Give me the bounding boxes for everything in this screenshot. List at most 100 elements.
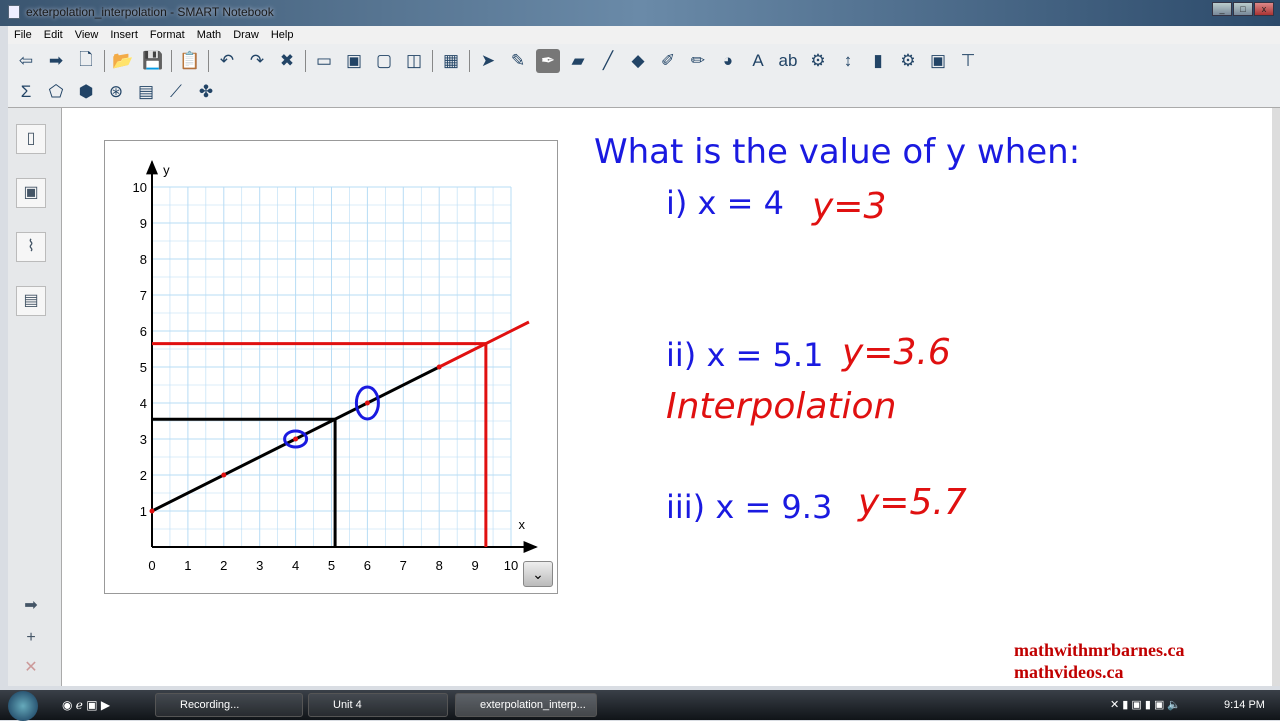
- delete-page-icon[interactable]: ✕: [16, 654, 46, 684]
- close-button[interactable]: x: [1254, 2, 1274, 16]
- highlighter-icon[interactable]: ✏: [686, 49, 710, 73]
- attachments-tab[interactable]: ⌇: [16, 232, 46, 262]
- tray-icons[interactable]: ✕ ▮ ▣ ▮ ▣ 🔈: [1110, 698, 1181, 711]
- data-point: [436, 364, 442, 370]
- properties-icon[interactable]: ⚙: [806, 49, 830, 73]
- compass-icon[interactable]: ⊛: [104, 80, 128, 104]
- start-button[interactable]: [8, 691, 38, 721]
- x-axis-arrow: [523, 541, 538, 553]
- menu-edit[interactable]: Edit: [38, 26, 69, 41]
- back-icon[interactable]: ⇦: [14, 49, 38, 73]
- app-icon: [8, 5, 20, 19]
- fill-icon[interactable]: ◕: [716, 49, 740, 73]
- shapes-icon[interactable]: ◆: [626, 49, 650, 73]
- polygon-icon[interactable]: ⬠: [44, 80, 68, 104]
- answer-1: y=3: [812, 186, 887, 227]
- y-tick-label: 6: [140, 324, 147, 339]
- transparent-icon[interactable]: ▢: [372, 49, 396, 73]
- graph-icon[interactable]: ⟋: [164, 80, 188, 104]
- window-title: exterpolation_interpolation - SMART Note…: [26, 5, 274, 19]
- y-tick-label: 1: [140, 504, 147, 519]
- pin-icon[interactable]: ⊤: [956, 49, 980, 73]
- minimize-button[interactable]: _: [1212, 2, 1232, 16]
- data-point: [149, 508, 155, 514]
- move-toolbar-icon[interactable]: ↕: [836, 49, 860, 73]
- menu-help[interactable]: Help: [265, 26, 300, 41]
- menu-format[interactable]: Format: [144, 26, 191, 41]
- ab-icon[interactable]: ab: [776, 49, 800, 73]
- y-tick-label: 4: [140, 396, 147, 411]
- menu-insert[interactable]: Insert: [104, 26, 144, 41]
- expand-menu-button[interactable]: ⌄: [523, 561, 553, 587]
- page-sorter-tab[interactable]: ▯: [16, 124, 46, 154]
- vertical-scrollbar[interactable]: [1272, 108, 1280, 686]
- paste-icon[interactable]: 📋: [178, 49, 202, 73]
- task-recording[interactable]: Recording...: [155, 693, 303, 717]
- properties-tab[interactable]: ▤: [16, 286, 46, 316]
- save-icon[interactable]: 💾: [141, 49, 165, 73]
- extrapolation-guide: [152, 342, 488, 547]
- website-2: mathvideos.ca: [1014, 662, 1124, 682]
- x-tick-label: 2: [220, 558, 227, 573]
- x-tick-label: 10: [504, 558, 518, 573]
- puzzle-icon[interactable]: ✤: [194, 80, 218, 104]
- select-icon[interactable]: ➤: [476, 49, 500, 73]
- bucket-icon[interactable]: ▮: [866, 49, 890, 73]
- line-icon[interactable]: ╱: [596, 49, 620, 73]
- x-tick-label: 4: [292, 558, 299, 573]
- next-arrow-icon[interactable]: ➡: [16, 592, 46, 622]
- toolbar-separator: [305, 50, 306, 72]
- y-axis-arrow: [146, 160, 158, 175]
- gallery-tab[interactable]: ▣: [16, 178, 46, 208]
- question-2: ii) x = 5.1: [666, 336, 824, 374]
- x-axis-label: x: [519, 517, 526, 532]
- table-sum-icon[interactable]: ▤: [134, 80, 158, 104]
- x-tick-label: 7: [400, 558, 407, 573]
- menu-bar: File Edit View Insert Format Math Draw Help: [8, 26, 1280, 44]
- question-1: i) x = 4: [666, 184, 784, 222]
- data-point: [221, 472, 227, 478]
- menu-view[interactable]: View: [69, 26, 105, 41]
- data-point: [293, 436, 299, 442]
- question-3: iii) x = 9.3: [666, 488, 833, 526]
- task-notebook[interactable]: exterpolation_interp...: [455, 693, 597, 717]
- 3d-shape-icon[interactable]: ⬢: [74, 80, 98, 104]
- table-icon[interactable]: ▦: [439, 49, 463, 73]
- quick-launch-icons[interactable]: ◉ ℯ ▣ ▶: [62, 698, 110, 712]
- toolbar-separator: [208, 50, 209, 72]
- task-unit4[interactable]: Unit 4: [308, 693, 448, 717]
- toolbar-separator: [104, 50, 105, 72]
- taskbar: ◉ ℯ ▣ ▶ Recording... Unit 4 exterpolatio…: [0, 690, 1280, 721]
- eraser-icon[interactable]: ▰: [566, 49, 590, 73]
- maximize-button[interactable]: □: [1233, 2, 1253, 16]
- creative-pen-icon[interactable]: ✎: [506, 49, 530, 73]
- forward-icon[interactable]: ➡: [44, 49, 68, 73]
- gear-icon[interactable]: ⚙: [896, 49, 920, 73]
- add-page-icon[interactable]: +: [16, 624, 46, 654]
- full-screen-icon[interactable]: ▣: [342, 49, 366, 73]
- undo-icon[interactable]: ↶: [215, 49, 239, 73]
- open-icon[interactable]: 📂: [111, 49, 135, 73]
- magic-pen-icon[interactable]: ✐: [656, 49, 680, 73]
- y-tick-label: 5: [140, 360, 147, 375]
- menu-file[interactable]: File: [8, 26, 38, 41]
- question-prompt: What is the value of y when:: [594, 132, 1081, 172]
- toolbar-separator: [469, 50, 470, 72]
- text-icon[interactable]: A: [746, 49, 770, 73]
- redo-icon[interactable]: ↷: [245, 49, 269, 73]
- graph-svg: 0 1 2 3 4 5 6 7 8 9 10 1 2 3 4 5 6 7 8 9 10 x y: [133, 160, 538, 573]
- website-1: mathwithmrbarnes.ca: [1014, 640, 1185, 660]
- pen-icon[interactable]: ✒: [536, 49, 560, 73]
- capture-icon[interactable]: ▣: [926, 49, 950, 73]
- menu-math[interactable]: Math: [191, 26, 227, 41]
- x-tick-label: 3: [256, 558, 263, 573]
- dual-page-icon[interactable]: ◫: [402, 49, 426, 73]
- x-tick-label: 8: [436, 558, 443, 573]
- add-page-icon[interactable]: 🗋: [74, 49, 98, 73]
- sigma-icon[interactable]: Σ: [14, 80, 38, 104]
- x-tick-label: 1: [184, 558, 191, 573]
- screen-shade-icon[interactable]: ▭: [312, 49, 336, 73]
- delete-icon[interactable]: ✖: [275, 49, 299, 73]
- menu-draw[interactable]: Draw: [227, 26, 265, 41]
- graph-widget[interactable]: 0 1 2 3 4 5 6 7 8 9 10 1 2 3 4 5 6 7 8 9 10 x y ⌄: [104, 140, 558, 594]
